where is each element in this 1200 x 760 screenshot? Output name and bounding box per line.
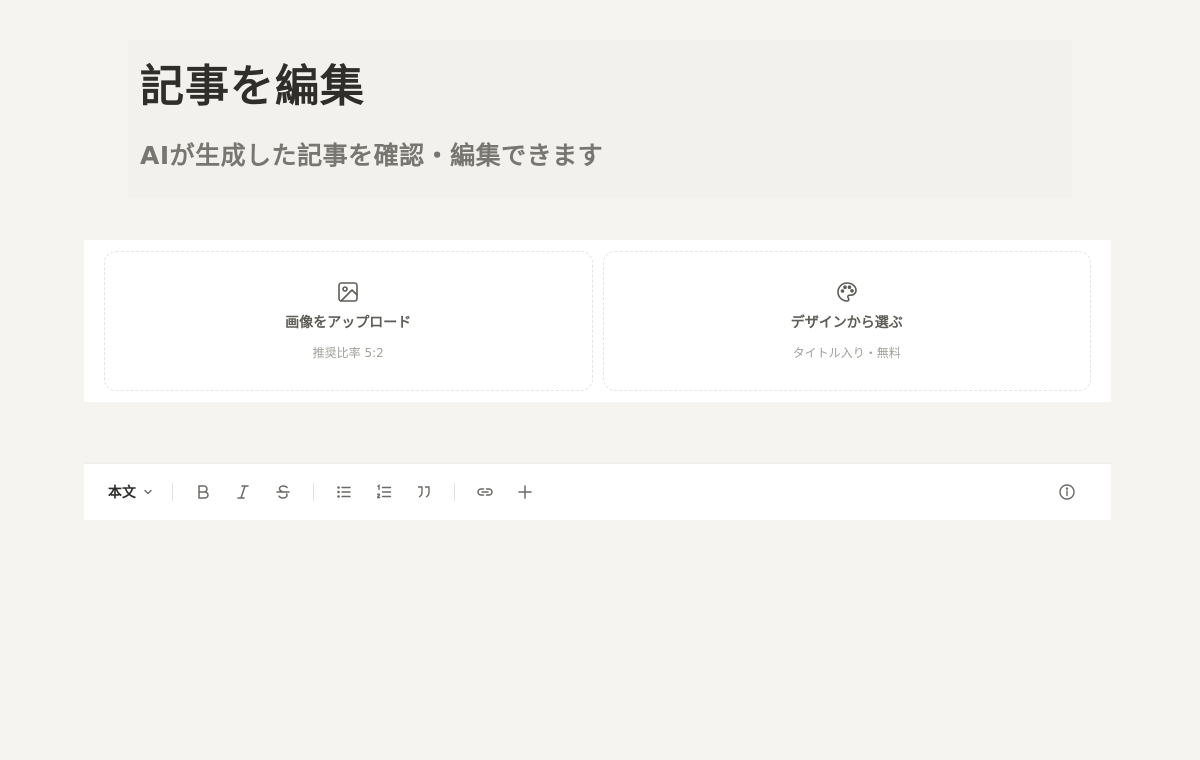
upload-image-hint: 推奨比率 5:2 [312,346,384,360]
bold-icon [198,485,209,499]
choose-design-hint: タイトル入り・無料 [792,346,901,360]
insert-button[interactable] [510,477,540,507]
page-header: 記事を編集 AIが生成した記事を確認・編集できます [128,40,1072,198]
block-type-dropdown[interactable]: 本文 [100,478,162,506]
choose-design-button[interactable]: デザインから選ぶ タイトル入り・無料 [602,251,1091,391]
italic-icon [237,485,249,499]
block-type-label: 本文 [108,485,136,501]
bullet-list-button[interactable] [329,477,359,507]
quote-icon [418,486,430,498]
plus-icon [518,485,532,499]
page-title: 記事を編集 [140,61,365,112]
choose-design-label: デザインから選ぶ [790,315,903,331]
info-icon [1059,484,1075,500]
quote-button[interactable] [409,477,439,507]
strikethrough-icon [276,485,290,499]
palette-icon [836,282,857,302]
bold-button[interactable] [188,477,218,507]
toolbar-divider [454,483,455,501]
toolbar-divider [313,483,314,501]
upload-image-label: 画像をアップロード [285,315,412,331]
upload-image-button[interactable]: 画像をアップロード 推奨比率 5:2 [104,251,593,391]
info-button[interactable] [1052,477,1082,507]
image-icon [338,282,359,302]
page-subtitle: AIが生成した記事を確認・編集できます [140,141,604,170]
link-button[interactable] [470,477,500,507]
numbered-list-button[interactable] [369,477,399,507]
italic-button[interactable] [228,477,258,507]
numbered-list-icon [376,484,392,499]
editor-toolbar: 本文 [84,462,1111,520]
strikethrough-button[interactable] [268,477,298,507]
link-icon [477,488,493,496]
chevron-down-icon [144,489,152,495]
toolbar-divider [172,483,173,501]
bullet-list-icon [337,486,351,498]
edit-article-page: 記事を編集 AIが生成した記事を確認・編集できます 画像をアップロード 推奨比率… [0,0,1200,760]
cover-image-panel: 画像をアップロード 推奨比率 5:2 デザインから選ぶ タイトル入り・無料 [84,240,1111,402]
